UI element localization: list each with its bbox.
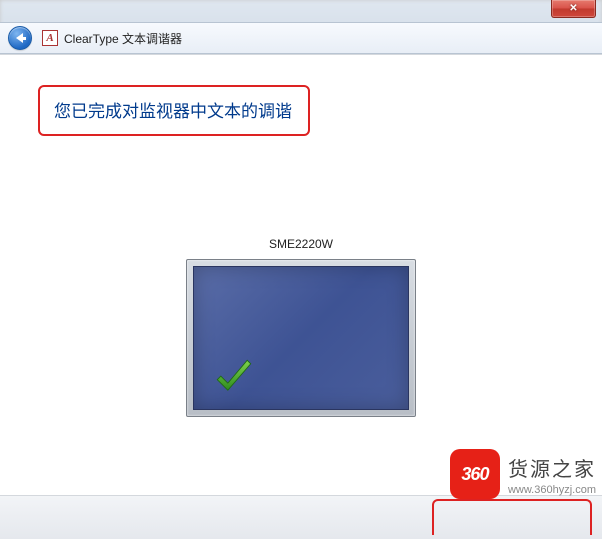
monitor-screen [193,266,409,410]
heading-annotation: 您已完成对监视器中文本的调谐 [38,85,310,136]
inner-content: 您已完成对监视器中文本的调谐 SME2220W [14,67,588,495]
monitor-bezel [186,259,416,417]
nav-bar: A ClearType 文本调谐器 [0,22,602,54]
back-arrow-icon [16,33,23,43]
completion-heading: 您已完成对监视器中文本的调谐 [54,97,292,122]
checkmark-icon [212,355,256,399]
monitor-preview [186,259,416,417]
monitor-name-label: SME2220W [14,237,588,251]
title-bar: ✕ [551,0,602,20]
watermark-url: www.360hyzj.com [508,484,596,496]
watermark-brand: 货源之家 [508,453,596,482]
close-button[interactable]: ✕ [551,0,596,18]
bottom-annotation [432,499,592,535]
watermark-badge: 360 [450,449,500,499]
app-icon: A [42,30,58,46]
window-title: ClearType 文本调谐器 [64,30,182,47]
bottom-bar [0,495,602,539]
watermark-text: 货源之家 www.360hyzj.com [508,453,596,496]
back-button[interactable] [8,26,32,50]
close-icon: ✕ [569,3,577,14]
watermark: 360 货源之家 www.360hyzj.com [450,449,596,499]
